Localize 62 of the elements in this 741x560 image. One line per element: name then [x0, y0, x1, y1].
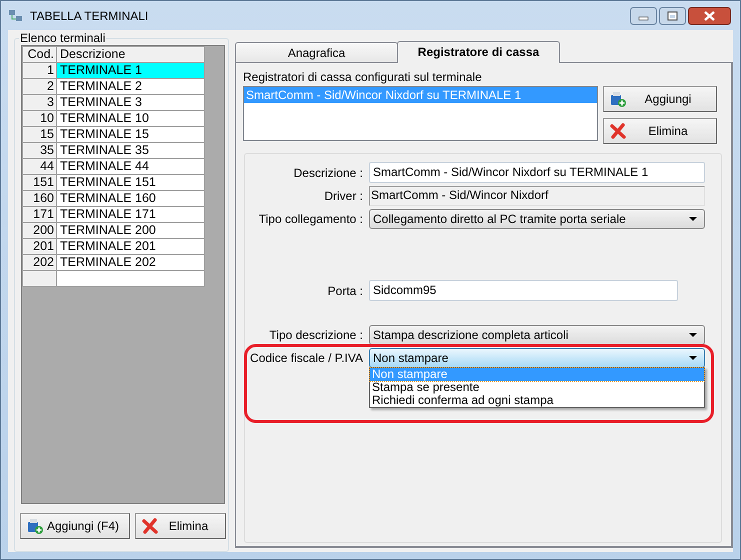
text-field[interactable]: Sidcomm95 [369, 280, 678, 301]
dropdown-option[interactable]: Richiedi conferma ad ogni stampa [370, 394, 704, 407]
table-cell[interactable]: TERMINALE 200 [56, 222, 204, 238]
add-icon [27, 518, 43, 534]
row-number-cell: 2 [22, 78, 56, 94]
minimize-button[interactable] [630, 6, 657, 24]
text-field[interactable]: SmartComm - Sid/Wincor Nixdorf su TERMINALE 1 [369, 162, 705, 183]
row-number-cell: 160 [22, 190, 56, 206]
maximize-button[interactable] [659, 6, 686, 24]
field-label: Codice fiscale / P.IVA [249, 350, 363, 366]
dropdown[interactable]: Collegamento diretto al PC tramite porta seriale [369, 208, 705, 228]
row-number-cell: 44 [22, 158, 56, 174]
field-label: Porta : [326, 282, 363, 300]
tab[interactable]: Registratore di cassa [397, 41, 560, 63]
add-button[interactable]: Aggiungi [603, 86, 717, 112]
row-number-cell: 3 [22, 94, 56, 110]
table-cell[interactable]: TERMINALE 1 [56, 62, 204, 78]
row-number-cell: 10 [22, 110, 56, 126]
row-number-cell: 151 [22, 174, 56, 190]
dropdown[interactable]: Non stampare [369, 348, 705, 368]
add-button[interactable]: Aggiungi (F4) [20, 513, 130, 539]
close-button[interactable] [688, 6, 731, 24]
row-number-cell: 35 [22, 142, 56, 158]
readonly-field: SmartComm - Sid/Wincor Nixdorf [369, 186, 705, 206]
add-icon [610, 91, 626, 107]
dropdown-arrow-icon [689, 216, 697, 220]
x-icon [142, 518, 158, 534]
delete-button[interactable]: Elimina [135, 513, 226, 539]
table-cell[interactable]: TERMINALE 2 [56, 78, 204, 94]
table-cell[interactable]: TERMINALE 151 [56, 174, 204, 190]
table-cell[interactable]: TERMINALE 201 [56, 238, 204, 254]
table-cell[interactable]: TERMINALE 202 [56, 254, 204, 270]
table-cell[interactable]: TERMINALE 35 [56, 142, 204, 158]
app-icon [9, 9, 23, 22]
table-cell[interactable]: TERMINALE 15 [56, 126, 204, 142]
column-header[interactable]: Cod. [22, 46, 56, 62]
row-number-cell: 200 [22, 222, 56, 238]
table-cell[interactable]: TERMINALE 3 [56, 94, 204, 110]
table-cell[interactable]: TERMINALE 171 [56, 206, 204, 222]
dropdown-option[interactable]: Stampa se presente [370, 381, 704, 394]
column-header[interactable]: Descrizione [56, 46, 204, 62]
row-number-cell: 171 [22, 206, 56, 222]
row-number-cell: 201 [22, 238, 56, 254]
row-number-cell: 202 [22, 254, 56, 270]
delete-button[interactable]: Elimina [603, 118, 717, 144]
table-cell[interactable]: TERMINALE 10 [56, 110, 204, 126]
tab[interactable]: Anagrafica [235, 42, 398, 62]
dropdown-arrow-icon [689, 332, 697, 336]
table-cell[interactable]: TERMINALE 44 [56, 158, 204, 174]
window-title: TABELLA TERMINALI [30, 8, 148, 24]
field-label: Descrizione : [292, 164, 363, 182]
row-number-cell: 1 [22, 62, 56, 78]
field-label: Driver : [323, 188, 363, 204]
section-label: Registratori di cassa configurati sul terminale [243, 69, 482, 86]
field-label: Tipo collegamento : [258, 210, 363, 228]
field-label: Tipo descrizione : [268, 326, 363, 344]
group-title: Elenco terminali [19, 31, 106, 45]
x-icon [610, 123, 626, 139]
dropdown-arrow-icon [689, 356, 697, 360]
dropdown[interactable]: Stampa descrizione completa articoli [369, 324, 705, 344]
table-cell[interactable]: TERMINALE 160 [56, 190, 204, 206]
row-number-cell: 15 [22, 126, 56, 142]
